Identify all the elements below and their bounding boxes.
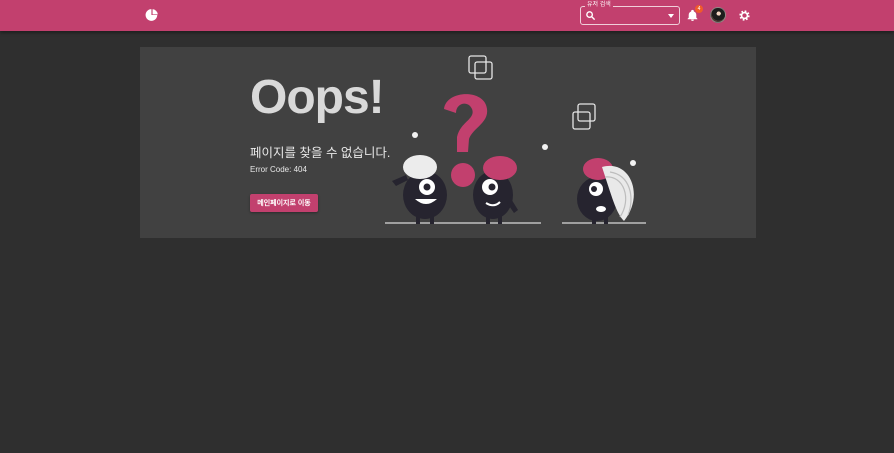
squares-icon [468,55,596,130]
search-label: 유저 검색 [585,1,613,9]
notification-badge: 4 [695,5,703,13]
page-title: Oops! [250,71,385,124]
not-found-illustration [385,55,646,224]
search-icon [586,11,596,21]
top-app-bar: 유저 검색 4 [0,0,894,31]
user-search-field[interactable]: 유저 검색 [580,1,680,25]
error-code: Error Code: 404 [250,165,307,174]
gear-icon[interactable] [738,9,751,22]
error-card: Oops! 페이지를 찾을 수 없습니다. Error Code: 404 메인… [140,47,756,238]
go-main-page-button[interactable]: 메인페이지로 이동 [250,194,318,212]
chevron-down-icon[interactable] [668,14,674,18]
pie-chart-icon[interactable] [145,8,159,22]
search-input[interactable] [599,9,661,22]
avatar[interactable] [710,7,726,23]
error-message: 페이지를 찾을 수 없습니다. [250,146,391,160]
